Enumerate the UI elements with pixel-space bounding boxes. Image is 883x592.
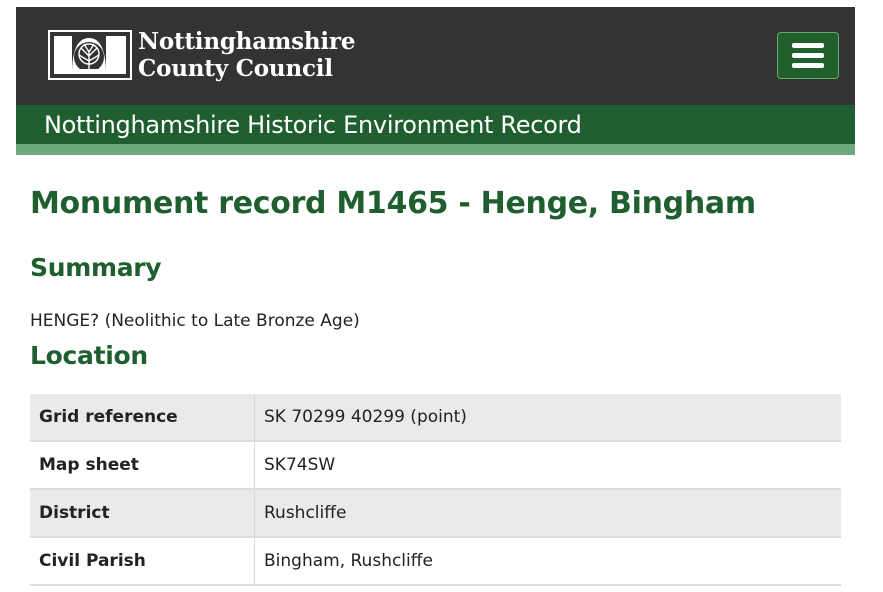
- hamburger-menu-icon: [792, 43, 824, 48]
- district-value: Rushcliffe: [254, 489, 841, 538]
- location-table: Grid reference SK 70299 40299 (point) Ma…: [30, 394, 841, 586]
- grid-reference-value: SK 70299 40299 (point): [254, 394, 841, 442]
- location-heading: Location: [30, 341, 148, 370]
- council-name-line1: Nottinghamshire: [138, 28, 356, 55]
- county-council-crest-icon: [48, 30, 132, 80]
- council-logo-link[interactable]: Nottinghamshire County Council: [48, 28, 378, 86]
- site-banner: Nottinghamshire Historic Environment Rec…: [16, 105, 855, 144]
- council-name-line2: County Council: [138, 55, 333, 82]
- table-row: District Rushcliffe: [30, 489, 841, 538]
- hamburger-menu-button[interactable]: [777, 32, 839, 79]
- civil-parish-value: Bingham, Rushcliffe: [254, 537, 841, 586]
- page-title: Monument record M1465 - Henge, Bingham: [30, 186, 756, 221]
- council-name: Nottinghamshire County Council: [138, 28, 355, 82]
- civil-parish-label: Civil Parish: [30, 537, 255, 586]
- grid-reference-label: Grid reference: [30, 394, 255, 442]
- map-sheet-label: Map sheet: [30, 441, 255, 490]
- site-header: Nottinghamshire County Council: [16, 7, 855, 105]
- hamburger-menu-icon-bar: [792, 63, 824, 68]
- hamburger-menu-icon-bar: [792, 53, 824, 58]
- table-row: Grid reference SK 70299 40299 (point): [30, 394, 841, 442]
- banner-stripe: [16, 144, 855, 155]
- summary-heading: Summary: [30, 253, 162, 282]
- site-title-link[interactable]: Nottinghamshire Historic Environment Rec…: [44, 109, 582, 141]
- summary-text: HENGE? (Neolithic to Late Bronze Age): [30, 311, 360, 331]
- page: Nottinghamshire County Council Nottingha…: [0, 0, 883, 592]
- map-sheet-value: SK74SW: [254, 441, 841, 490]
- district-label: District: [30, 489, 255, 538]
- table-row: Map sheet SK74SW: [30, 441, 841, 490]
- table-row: Civil Parish Bingham, Rushcliffe: [30, 537, 841, 586]
